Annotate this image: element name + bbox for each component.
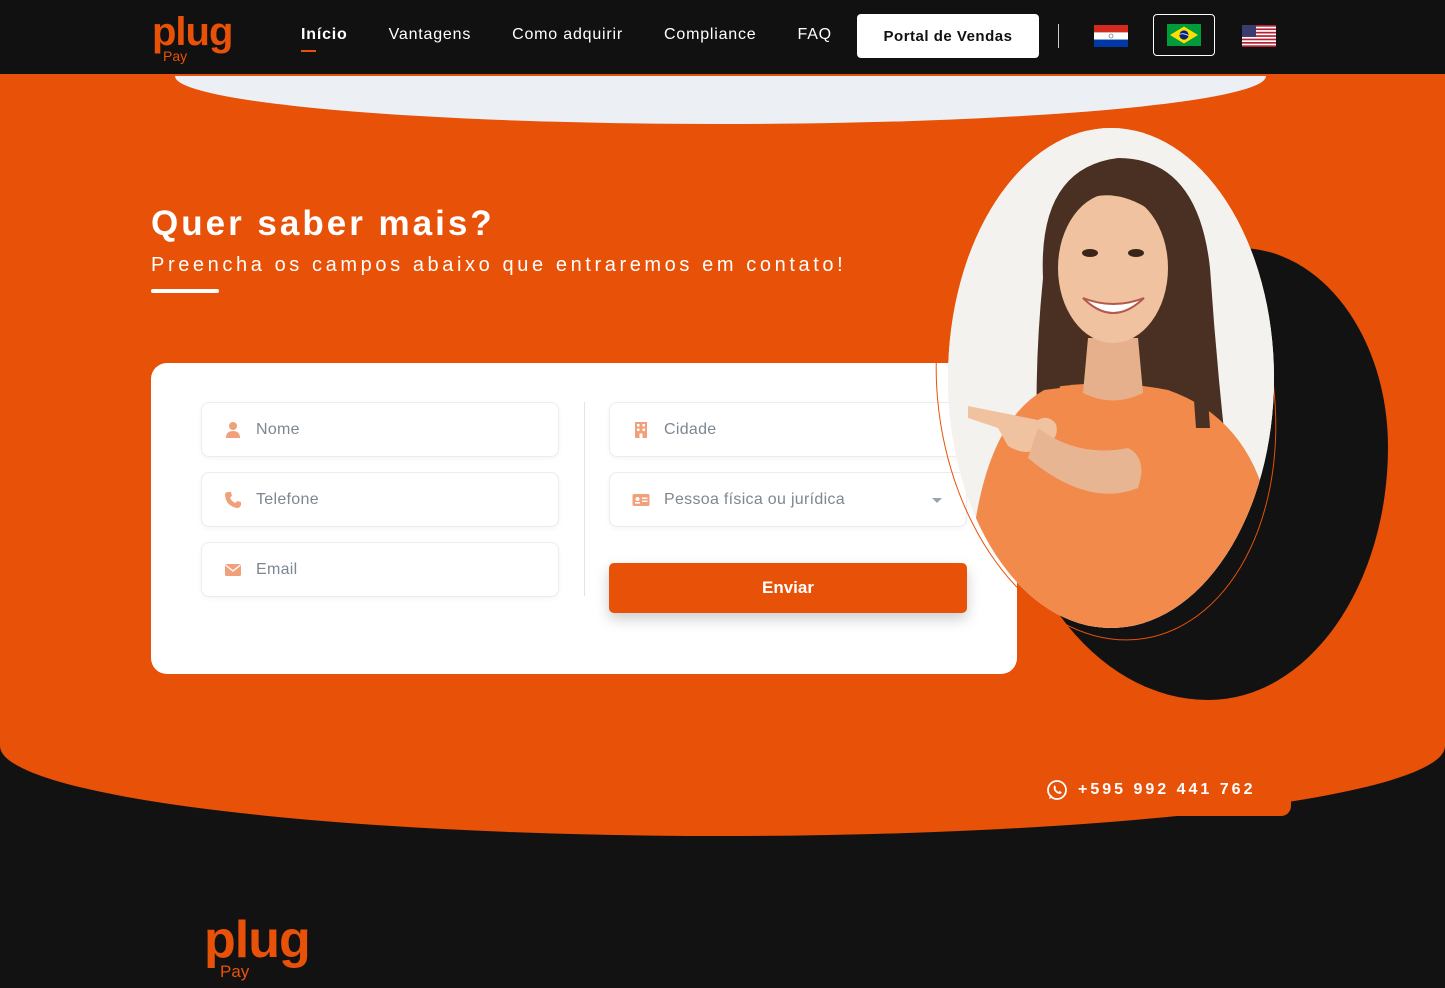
person-type-placeholder: Pessoa física ou jurídica [664,491,845,508]
footer-logo-wordmark: plug [204,911,311,969]
chevron-down-icon [932,498,942,503]
phone-field[interactable]: Telefone [201,472,559,527]
building-icon [635,422,647,438]
logo-subtext: Pay [163,48,188,64]
submit-button[interactable]: Enviar [609,563,967,613]
nav-link-inicio[interactable]: Início [301,26,348,52]
person-type-select[interactable]: Pessoa física ou jurídica [609,472,967,527]
nav-link-faq[interactable]: FAQ [798,26,832,44]
whatsapp-phone-number: +595 992 441 762 [1078,781,1256,798]
paraguay-flag-icon[interactable] [1094,25,1128,47]
usa-flag-icon[interactable] [1242,25,1276,47]
whatsapp-icon [1047,780,1067,800]
language-selected-brazil[interactable] [1153,14,1215,56]
id-card-icon [632,494,650,506]
nav-link-compliance[interactable]: Compliance [664,26,756,44]
footer-plug-pay-logo[interactable]: plug Pay [204,911,311,981]
phone-placeholder: Telefone [256,491,319,508]
brazil-flag-icon [1167,24,1201,46]
logo-wordmark: plug [152,10,233,54]
section-subtitle: Preencha os campos abaixo que entraremos… [151,254,847,276]
email-placeholder: Email [256,561,298,578]
phone-icon [225,492,241,508]
nav-link-como-adquirir[interactable]: Como adquirir [512,26,623,44]
top-navbar: plug Pay Início Vantagens Como adquirir … [0,0,1445,76]
email-field[interactable]: Email [201,542,559,597]
plug-pay-logo[interactable]: plug Pay [152,10,233,64]
footer-logo-subtext: Pay [220,962,250,981]
name-placeholder: Nome [256,421,300,438]
nav-link-vantagens[interactable]: Vantagens [389,26,472,44]
woman-illustration [948,128,1274,628]
city-placeholder: Cidade [664,421,717,438]
name-field[interactable]: Nome [201,402,559,457]
section-title: Quer saber mais? [151,204,495,243]
title-underline [151,289,219,293]
whatsapp-contact-button[interactable]: +595 992 441 762 [1027,765,1291,816]
nav-divider [1058,24,1059,48]
smiling-woman-photo [948,128,1274,628]
envelope-icon [225,564,241,576]
city-field[interactable]: Cidade [609,402,967,457]
nav-menu: Início Vantagens Como adquirir Complianc… [301,26,832,52]
form-column-divider [584,402,585,596]
portal-de-vendas-button[interactable]: Portal de Vendas [857,14,1039,58]
user-icon [226,422,240,438]
